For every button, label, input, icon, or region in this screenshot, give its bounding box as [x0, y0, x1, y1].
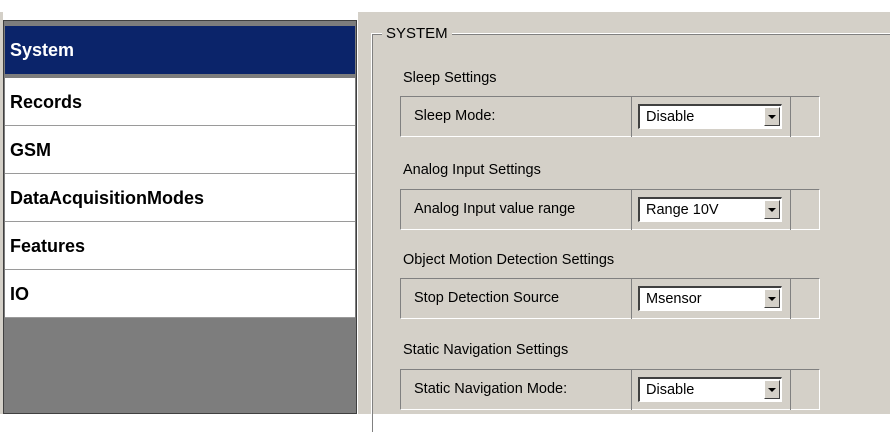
chevron-down-icon [768, 115, 776, 119]
groupbox-title: SYSTEM [382, 25, 452, 42]
section-heading-analog: Analog Input Settings [403, 162, 541, 178]
sidebar-item-gsm[interactable]: GSM [5, 126, 355, 174]
analog-range-select[interactable]: Range 10V [638, 197, 782, 222]
dropdown-button[interactable] [764, 200, 780, 219]
row-divider [790, 96, 791, 137]
row-divider [631, 369, 632, 410]
chevron-down-icon [768, 208, 776, 212]
stop-detection-select[interactable]: Msensor [638, 286, 782, 311]
row-divider [631, 96, 632, 137]
top-band [0, 0, 890, 12]
sidebar-item-io[interactable]: IO [5, 270, 355, 318]
row-divider [790, 278, 791, 319]
row-divider [631, 189, 632, 230]
sidebar-item-features[interactable]: Features [5, 222, 355, 270]
dropdown-button[interactable] [764, 289, 780, 308]
section-heading-motion: Object Motion Detection Settings [403, 252, 615, 268]
chevron-down-icon [768, 388, 776, 392]
select-value: Disable [646, 382, 695, 398]
select-value: Range 10V [646, 202, 719, 218]
sidebar-item-dataacquisitionmodes[interactable]: DataAcquisitionModes [5, 174, 355, 222]
sleep-mode-label: Sleep Mode: [414, 108, 496, 124]
row-divider [790, 369, 791, 410]
sidebar-item-records[interactable]: Records [5, 78, 355, 126]
section-heading-static-nav: Static Navigation Settings [403, 342, 569, 358]
dropdown-button[interactable] [764, 380, 780, 399]
select-value: Msensor [646, 291, 702, 307]
row-divider [631, 278, 632, 319]
dropdown-button[interactable] [764, 107, 780, 126]
section-heading-sleep: Sleep Settings [403, 70, 497, 86]
sidebar-item-system[interactable]: System [5, 26, 355, 74]
static-nav-label: Static Navigation Mode: [414, 381, 568, 397]
stop-detection-label: Stop Detection Source [414, 290, 560, 306]
sleep-mode-select[interactable]: Disable [638, 104, 782, 129]
analog-range-label: Analog Input value range [414, 201, 576, 217]
static-nav-select[interactable]: Disable [638, 377, 782, 402]
chevron-down-icon [768, 297, 776, 301]
row-divider [790, 189, 791, 230]
select-value: Disable [646, 109, 695, 125]
